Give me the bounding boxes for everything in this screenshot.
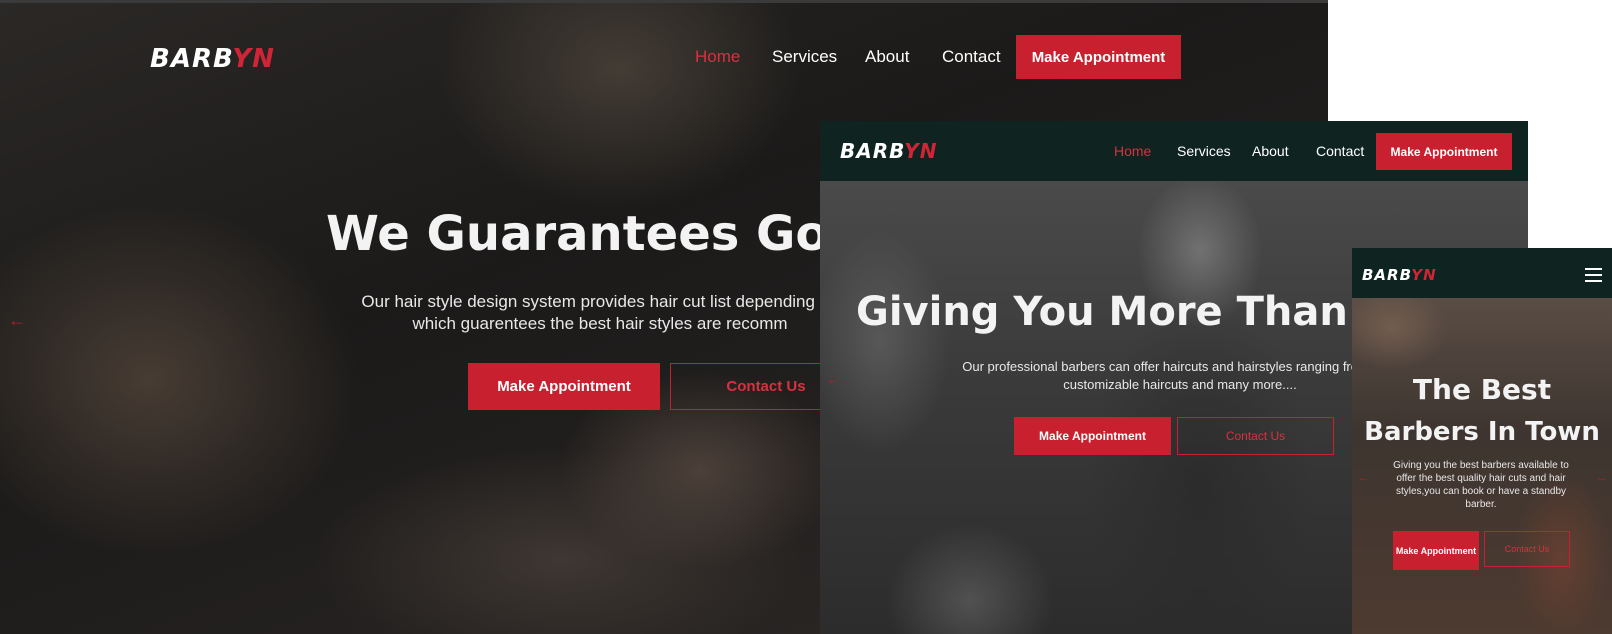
nav-home[interactable]: Home (695, 47, 740, 67)
tablet-nav-make-appointment-button[interactable]: Make Appointment (1376, 133, 1512, 170)
mobile-arrow-left-icon[interactable]: ← (1358, 472, 1369, 484)
tablet-nav-about[interactable]: About (1252, 143, 1289, 159)
arrow-left-icon[interactable]: ← (8, 310, 26, 331)
nav-make-appointment-button[interactable]: Make Appointment (1016, 35, 1181, 79)
mobile-hero-title-line2: Barbers In Town (1364, 417, 1600, 447)
tablet-make-appointment-button[interactable]: Make Appointment (1014, 417, 1171, 455)
hero-description-line1: Our hair style design system provides ha… (361, 292, 839, 311)
mobile-contact-us-button[interactable]: Contact Us (1484, 531, 1570, 567)
mobile-arrow-right-icon[interactable]: → (1596, 472, 1607, 484)
mobile-hero-description: Giving you the best barbers available to… (1393, 460, 1569, 510)
hamburger-menu-icon[interactable] (1585, 268, 1602, 282)
nav-about[interactable]: About (865, 47, 909, 67)
tablet-hero-title: Giving You More Than A I (856, 289, 1422, 335)
make-appointment-button[interactable]: Make Appointment (468, 363, 660, 410)
top-edge (0, 0, 1328, 3)
hero-description-line2: which guarentees the best hair styles ar… (412, 314, 788, 333)
tablet-contact-us-button[interactable]: Contact Us (1177, 417, 1334, 455)
tablet-logo[interactable]: BARBYN (840, 139, 938, 163)
nav-services[interactable]: Services (772, 47, 837, 67)
hero-title: We Guarantees Goo (326, 206, 862, 262)
nav-contact[interactable]: Contact (942, 47, 1001, 67)
logo[interactable]: BARBYN (150, 44, 275, 74)
tablet-arrow-left-icon[interactable]: ← (826, 371, 840, 387)
mobile-logo[interactable]: BARBYN (1362, 266, 1437, 284)
tablet-nav-home[interactable]: Home (1114, 143, 1151, 159)
tablet-nav-contact[interactable]: Contact (1316, 143, 1364, 159)
mobile-make-appointment-button[interactable]: Make Appointment (1393, 531, 1479, 570)
mobile-hero-title-line1: The Best (1412, 373, 1552, 406)
mobile-screen: BARBYN ← → The Best Barbers In Town Givi… (1352, 248, 1612, 634)
tablet-nav-services[interactable]: Services (1177, 143, 1231, 159)
